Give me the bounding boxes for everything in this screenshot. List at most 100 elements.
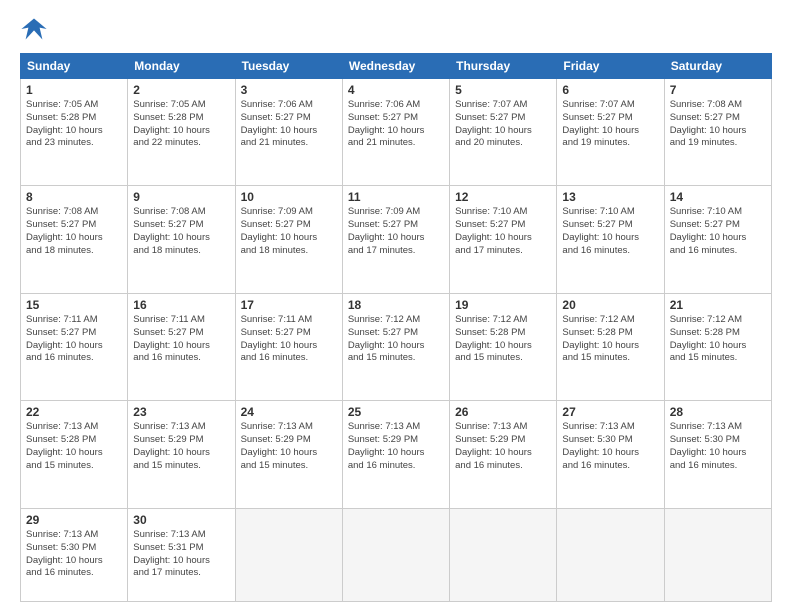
calendar-cell: 5 Sunrise: 7:07 AM Sunset: 5:27 PM Daylig… [450,79,557,186]
calendar-cell: 15 Sunrise: 7:11 AM Sunset: 5:27 PM Dayli… [21,293,128,400]
day-info: Sunrise: 7:12 AM Sunset: 5:28 PM Dayligh… [562,314,658,365]
day-info: Sunrise: 7:10 AM Sunset: 5:27 PM Dayligh… [670,206,766,257]
calendar-cell [664,508,771,601]
calendar-week-row: 8 Sunrise: 7:08 AM Sunset: 5:27 PM Daylig… [21,186,772,293]
calendar-cell: 16Sunrise: 7:11 AM Sunset: 5:27 PM Dayli… [128,293,235,400]
calendar-cell: 22Sunrise: 7:13 AM Sunset: 5:28 PM Dayli… [21,401,128,508]
day-info: Sunrise: 7:11 AM Sunset: 5:27 PM Dayligh… [26,314,122,365]
day-number: 14 [670,190,766,204]
calendar-cell: 28 Sunrise: 7:13 AM Sunset: 5:30 PM Dayli… [664,401,771,508]
calendar-cell: 13 Sunrise: 7:10 AM Sunset: 5:27 PM Dayli… [557,186,664,293]
day-info: Sunrise: 7:08 AM Sunset: 5:27 PM Dayligh… [26,206,122,257]
day-info: Sunrise: 7:10 AM Sunset: 5:27 PM Dayligh… [455,206,551,257]
calendar-cell: 21Sunrise: 7:12 AM Sunset: 5:28 PM Dayli… [664,293,771,400]
calendar-cell: 1 Sunrise: 7:05 AM Sunset: 5:28 PM Daylig… [21,79,128,186]
page: SundayMondayTuesdayWednesdayThursdayFrid… [0,0,792,612]
day-number: 29 [26,513,122,527]
calendar-cell: 8 Sunrise: 7:08 AM Sunset: 5:27 PM Daylig… [21,186,128,293]
day-info: Sunrise: 7:11 AM Sunset: 5:27 PM Dayligh… [241,314,337,365]
calendar-cell: 29 Sunrise: 7:13 AM Sunset: 5:30 PM Dayli… [21,508,128,601]
calendar-cell: 24 Sunrise: 7:13 AM Sunset: 5:29 PM Dayli… [235,401,342,508]
day-info: Sunrise: 7:06 AM Sunset: 5:27 PM Dayligh… [348,99,444,150]
day-info: Sunrise: 7:07 AM Sunset: 5:27 PM Dayligh… [562,99,658,150]
day-info: Sunrise: 7:13 AM Sunset: 5:30 PM Dayligh… [670,421,766,472]
day-info: Sunrise: 7:06 AM Sunset: 5:27 PM Dayligh… [241,99,337,150]
day-number: 7 [670,83,766,97]
day-info: Sunrise: 7:08 AM Sunset: 5:27 PM Dayligh… [670,99,766,150]
day-number: 3 [241,83,337,97]
calendar-header-row: SundayMondayTuesdayWednesdayThursdayFrid… [21,54,772,79]
calendar-weekday-header: Tuesday [235,54,342,79]
day-number: 5 [455,83,551,97]
calendar-week-row: 1 Sunrise: 7:05 AM Sunset: 5:28 PM Daylig… [21,79,772,186]
day-info: Sunrise: 7:05 AM Sunset: 5:28 PM Dayligh… [26,99,122,150]
day-info: Sunrise: 7:13 AM Sunset: 5:29 PM Dayligh… [348,421,444,472]
calendar-week-row: 22Sunrise: 7:13 AM Sunset: 5:28 PM Dayli… [21,401,772,508]
day-number: 13 [562,190,658,204]
calendar-weekday-header: Friday [557,54,664,79]
day-number: 20 [562,298,658,312]
calendar-cell: 14 Sunrise: 7:10 AM Sunset: 5:27 PM Dayli… [664,186,771,293]
day-number: 12 [455,190,551,204]
day-number: 11 [348,190,444,204]
day-info: Sunrise: 7:13 AM Sunset: 5:29 PM Dayligh… [133,421,229,472]
calendar-cell: 18Sunrise: 7:12 AM Sunset: 5:27 PM Dayli… [342,293,449,400]
day-number: 18 [348,298,444,312]
day-number: 30 [133,513,229,527]
day-info: Sunrise: 7:07 AM Sunset: 5:27 PM Dayligh… [455,99,551,150]
calendar-weekday-header: Sunday [21,54,128,79]
calendar-cell: 9 Sunrise: 7:08 AM Sunset: 5:27 PM Daylig… [128,186,235,293]
calendar-cell: 11 Sunrise: 7:09 AM Sunset: 5:27 PM Dayli… [342,186,449,293]
calendar-body: 1 Sunrise: 7:05 AM Sunset: 5:28 PM Daylig… [21,79,772,602]
day-info: Sunrise: 7:05 AM Sunset: 5:28 PM Dayligh… [133,99,229,150]
calendar-week-row: 29 Sunrise: 7:13 AM Sunset: 5:30 PM Dayli… [21,508,772,601]
calendar-cell: 26Sunrise: 7:13 AM Sunset: 5:29 PM Dayli… [450,401,557,508]
day-info: Sunrise: 7:12 AM Sunset: 5:28 PM Dayligh… [455,314,551,365]
day-number: 8 [26,190,122,204]
calendar-cell: 25 Sunrise: 7:13 AM Sunset: 5:29 PM Dayli… [342,401,449,508]
calendar-cell: 30 Sunrise: 7:13 AM Sunset: 5:31 PM Dayli… [128,508,235,601]
day-info: Sunrise: 7:13 AM Sunset: 5:28 PM Dayligh… [26,421,122,472]
day-number: 19 [455,298,551,312]
day-info: Sunrise: 7:11 AM Sunset: 5:27 PM Dayligh… [133,314,229,365]
day-number: 15 [26,298,122,312]
day-number: 28 [670,405,766,419]
calendar-cell: 17 Sunrise: 7:11 AM Sunset: 5:27 PM Dayli… [235,293,342,400]
calendar-cell: 27Sunrise: 7:13 AM Sunset: 5:30 PM Dayli… [557,401,664,508]
day-number: 4 [348,83,444,97]
calendar-cell: 3 Sunrise: 7:06 AM Sunset: 5:27 PM Daylig… [235,79,342,186]
day-number: 24 [241,405,337,419]
calendar-table: SundayMondayTuesdayWednesdayThursdayFrid… [20,53,772,602]
day-number: 9 [133,190,229,204]
day-number: 17 [241,298,337,312]
calendar-cell: 7 Sunrise: 7:08 AM Sunset: 5:27 PM Daylig… [664,79,771,186]
calendar-cell [450,508,557,601]
calendar-cell [557,508,664,601]
day-number: 25 [348,405,444,419]
day-info: Sunrise: 7:09 AM Sunset: 5:27 PM Dayligh… [348,206,444,257]
calendar-cell: 12 Sunrise: 7:10 AM Sunset: 5:27 PM Dayli… [450,186,557,293]
day-info: Sunrise: 7:13 AM Sunset: 5:30 PM Dayligh… [562,421,658,472]
day-number: 1 [26,83,122,97]
calendar-weekday-header: Thursday [450,54,557,79]
day-info: Sunrise: 7:13 AM Sunset: 5:29 PM Dayligh… [455,421,551,472]
day-number: 23 [133,405,229,419]
day-info: Sunrise: 7:09 AM Sunset: 5:27 PM Dayligh… [241,206,337,257]
day-info: Sunrise: 7:10 AM Sunset: 5:27 PM Dayligh… [562,206,658,257]
day-number: 21 [670,298,766,312]
calendar-cell: 10Sunrise: 7:09 AM Sunset: 5:27 PM Dayli… [235,186,342,293]
calendar-cell: 23 Sunrise: 7:13 AM Sunset: 5:29 PM Dayli… [128,401,235,508]
calendar-weekday-header: Saturday [664,54,771,79]
day-info: Sunrise: 7:08 AM Sunset: 5:27 PM Dayligh… [133,206,229,257]
day-info: Sunrise: 7:13 AM Sunset: 5:30 PM Dayligh… [26,529,122,580]
day-info: Sunrise: 7:13 AM Sunset: 5:31 PM Dayligh… [133,529,229,580]
day-number: 2 [133,83,229,97]
calendar-cell: 20 Sunrise: 7:12 AM Sunset: 5:28 PM Dayli… [557,293,664,400]
calendar-week-row: 15 Sunrise: 7:11 AM Sunset: 5:27 PM Dayli… [21,293,772,400]
calendar-cell: 2 Sunrise: 7:05 AM Sunset: 5:28 PM Daylig… [128,79,235,186]
day-number: 6 [562,83,658,97]
calendar-cell: 4 Sunrise: 7:06 AM Sunset: 5:27 PM Daylig… [342,79,449,186]
logo-bird-icon [20,15,48,43]
day-info: Sunrise: 7:13 AM Sunset: 5:29 PM Dayligh… [241,421,337,472]
logo [20,15,52,43]
